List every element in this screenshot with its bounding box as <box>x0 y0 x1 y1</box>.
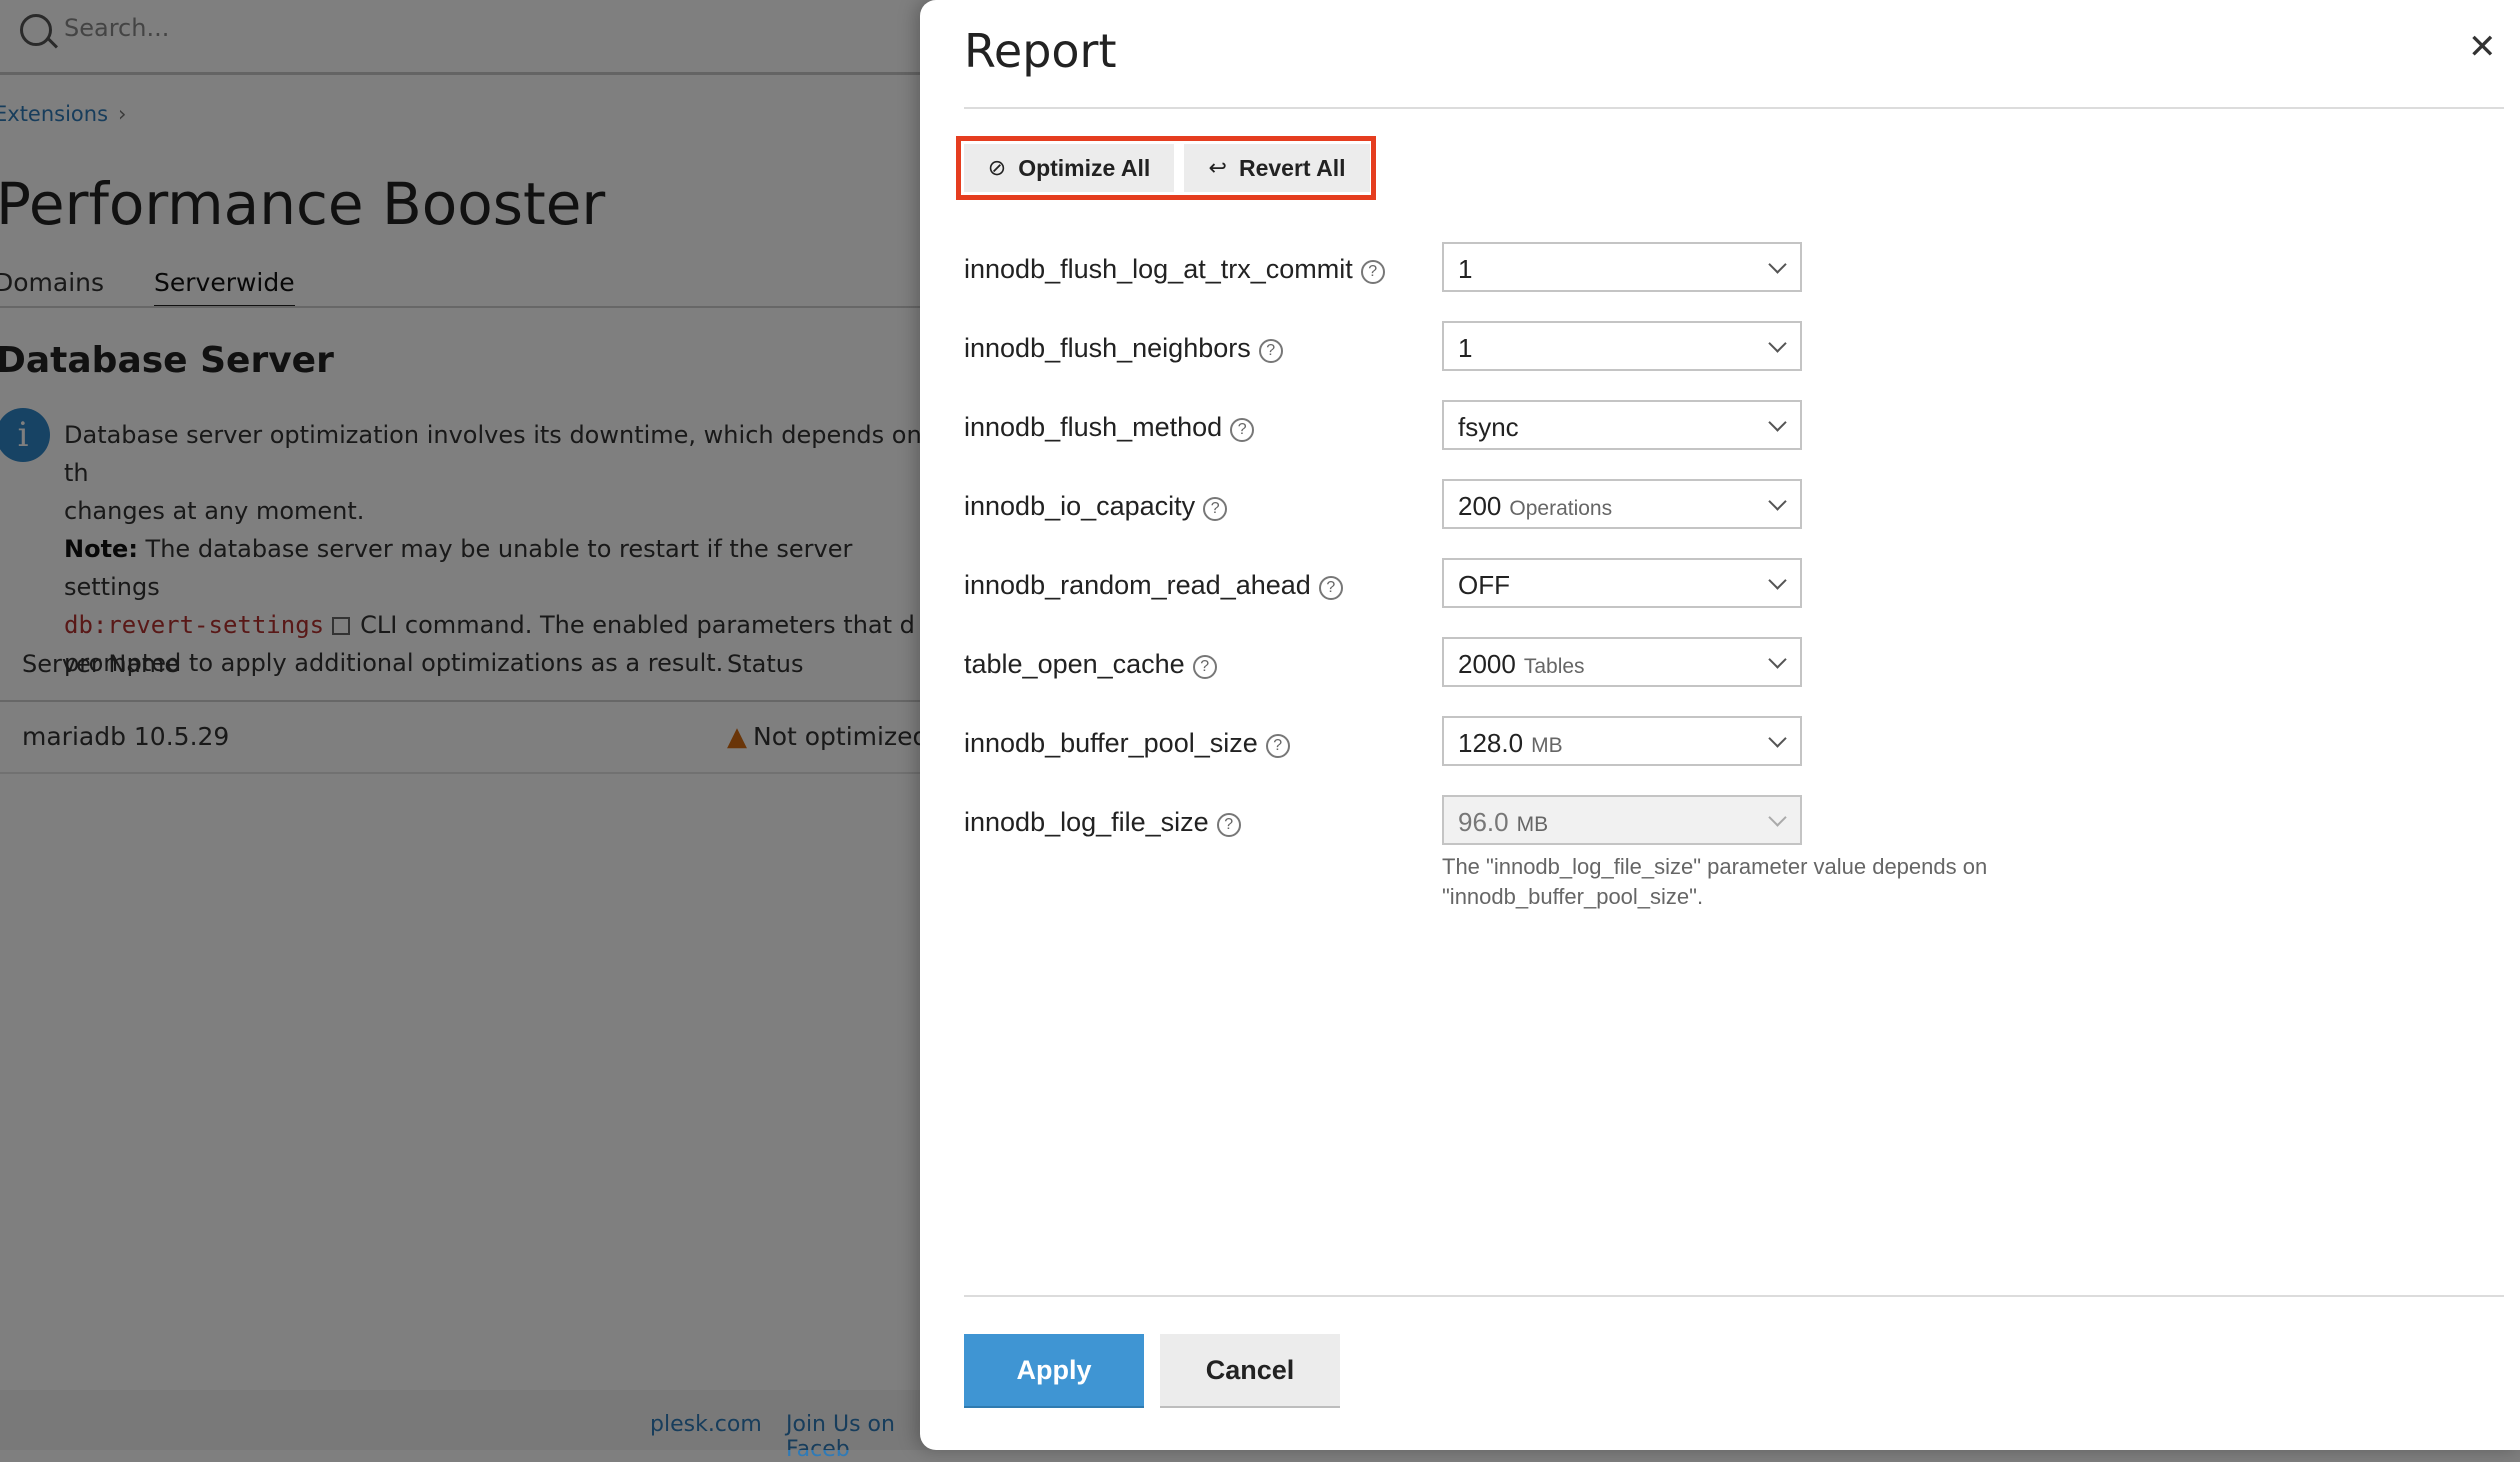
param-row: innodb_flush_log_at_trx_commit? 1 <box>964 242 2164 302</box>
select-unit: Tables <box>1523 655 1585 678</box>
select-value: 200 <box>1458 491 1502 521</box>
panel-title: Report <box>964 24 1117 78</box>
help-icon[interactable]: ? <box>1258 339 1283 363</box>
select-unit: MB <box>1516 813 1549 836</box>
select-value: 1 <box>1458 333 1473 363</box>
select-value: 1 <box>1458 254 1473 284</box>
select-unit: MB <box>1531 734 1563 757</box>
param-select[interactable]: 128.0 MB <box>1442 716 1802 766</box>
param-row: innodb_log_file_size? 96.0 MB <box>964 795 2164 855</box>
revert-all-button[interactable]: ↩ Revert All <box>1184 144 1370 192</box>
help-icon[interactable]: ? <box>1265 734 1290 758</box>
chevron-down-icon <box>1768 413 1787 432</box>
param-label: innodb_flush_method? <box>964 412 1255 443</box>
param-label-text: innodb_log_file_size <box>964 807 1209 837</box>
undo-arrow-icon: ↩ <box>1208 155 1227 180</box>
param-label: innodb_flush_neighbors? <box>964 333 1283 364</box>
optimize-all-label: Optimize All <box>1018 154 1151 181</box>
param-row: table_open_cache? 2000 Tables <box>964 637 2164 697</box>
cancel-button[interactable]: Cancel <box>1160 1334 1340 1406</box>
param-select[interactable]: 2000 Tables <box>1442 637 1802 687</box>
param-row: innodb_random_read_ahead? OFF <box>964 558 2164 618</box>
param-label: innodb_io_capacity? <box>964 491 1228 522</box>
param-label: innodb_flush_log_at_trx_commit? <box>964 254 1385 285</box>
param-row: innodb_buffer_pool_size? 128.0 MB <box>964 716 2164 776</box>
chevron-down-icon <box>1768 571 1787 590</box>
apply-button[interactable]: Apply <box>964 1334 1144 1406</box>
param-label-text: innodb_flush_method <box>964 412 1223 442</box>
select-value: OFF <box>1458 570 1510 600</box>
close-icon[interactable]: ✕ <box>2468 30 2497 64</box>
chevron-down-icon <box>1768 255 1787 274</box>
param-label-text: innodb_io_capacity <box>964 491 1196 521</box>
param-select[interactable]: 200 Operations <box>1442 479 1802 529</box>
select-value: fsync <box>1458 412 1519 442</box>
param-label: innodb_log_file_size? <box>964 807 1241 838</box>
param-select[interactable]: 1 <box>1442 242 1802 292</box>
param-hint: The "innodb_log_file_size" parameter val… <box>1442 854 1988 909</box>
revert-all-label: Revert All <box>1238 154 1346 181</box>
help-icon[interactable]: ? <box>1230 418 1255 442</box>
check-circle-icon: ⊘ <box>987 155 1007 180</box>
chevron-down-icon <box>1768 808 1787 827</box>
param-label-text: table_open_cache <box>964 649 1185 679</box>
report-panel: Report ✕ ⊘ Optimize All ↩ Revert All innod… <box>920 0 2520 1450</box>
help-icon[interactable]: ? <box>1192 655 1217 679</box>
select-unit: Operations <box>1509 497 1613 520</box>
chevron-down-icon <box>1768 729 1787 748</box>
param-label: innodb_random_read_ahead? <box>964 570 1343 601</box>
param-row: innodb_flush_method? fsync <box>964 400 2164 460</box>
panel-header-divider <box>964 107 2504 109</box>
help-icon[interactable]: ? <box>1216 813 1241 837</box>
param-row: innodb_flush_neighbors? 1 <box>964 321 2164 381</box>
select-value: 2000 <box>1458 649 1516 679</box>
panel-footer-divider <box>964 1295 2504 1297</box>
param-select[interactable]: fsync <box>1442 400 1802 450</box>
param-label: table_open_cache? <box>964 649 1217 680</box>
param-label-text: innodb_random_read_ahead <box>964 570 1311 600</box>
optimize-all-button[interactable]: ⊘ Optimize All <box>964 144 1174 192</box>
select-value: 128.0 <box>1458 728 1524 758</box>
chevron-down-icon <box>1768 650 1787 669</box>
param-select-disabled: 96.0 MB <box>1442 795 1802 845</box>
param-select[interactable]: 1 <box>1442 321 1802 371</box>
param-row: innodb_io_capacity? 200 Operations <box>964 479 2164 539</box>
help-icon[interactable]: ? <box>1360 260 1385 284</box>
param-label: innodb_buffer_pool_size? <box>964 728 1290 759</box>
param-select[interactable]: OFF <box>1442 558 1802 608</box>
chevron-down-icon <box>1768 492 1787 511</box>
select-value: 96.0 <box>1458 807 1509 837</box>
chevron-down-icon <box>1768 334 1787 353</box>
help-icon[interactable]: ? <box>1318 576 1343 600</box>
help-icon[interactable]: ? <box>1203 497 1228 521</box>
param-label-text: innodb_flush_log_at_trx_commit <box>964 254 1353 284</box>
param-label-text: innodb_buffer_pool_size <box>964 728 1258 758</box>
param-label-text: innodb_flush_neighbors <box>964 333 1251 363</box>
